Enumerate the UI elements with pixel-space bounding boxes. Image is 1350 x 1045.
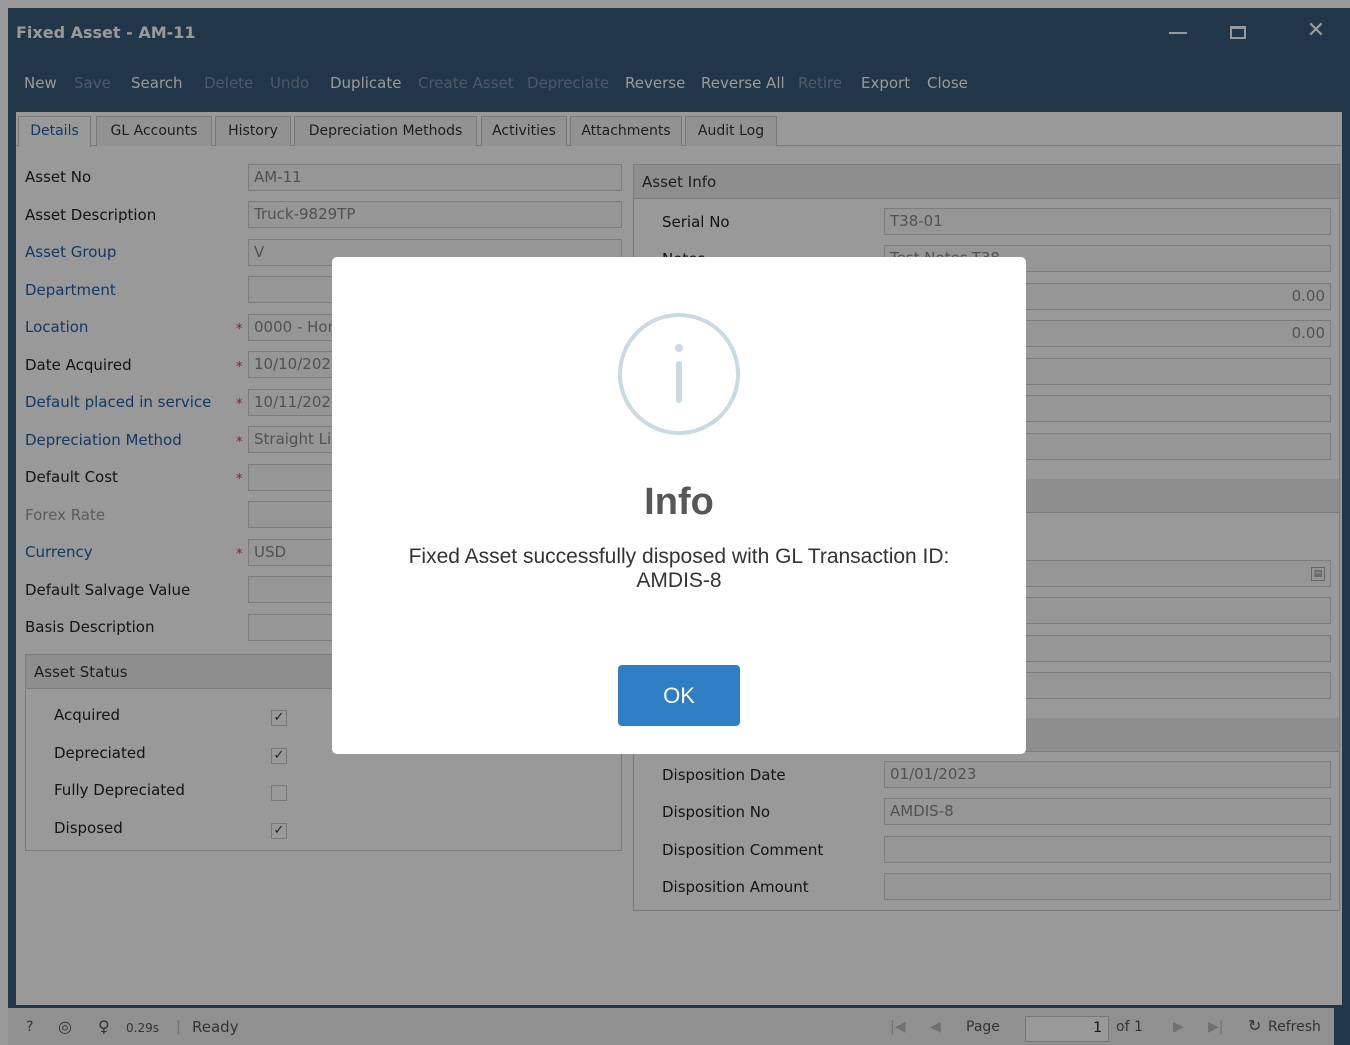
- ok-button[interactable]: OK: [618, 665, 740, 726]
- info-icon: [618, 313, 740, 435]
- dialog-message: Fixed Asset successfully disposed with G…: [408, 545, 950, 592]
- info-dialog: Info Fixed Asset successfully disposed w…: [332, 257, 1026, 754]
- dialog-title: Info: [644, 481, 714, 523]
